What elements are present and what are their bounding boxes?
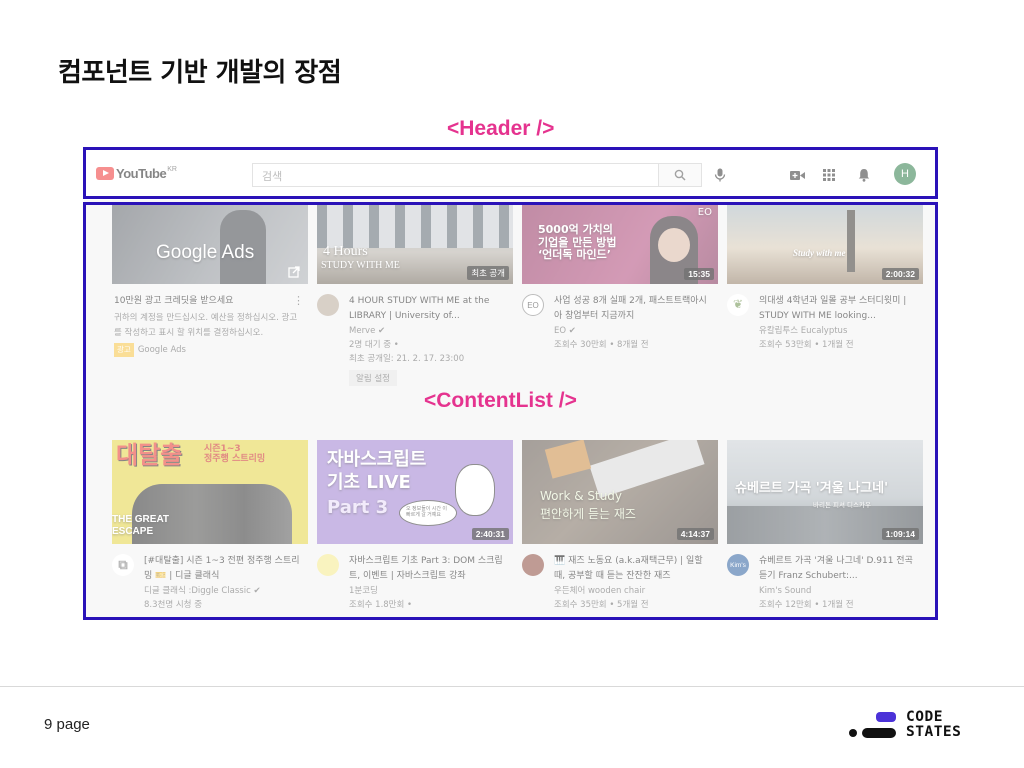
header-highlight-box <box>83 147 938 199</box>
brand-word-code: CODE <box>906 709 943 725</box>
slide-title: 컴포넌트 기반 개발의 장점 <box>58 58 342 88</box>
brand-word-states: STATES <box>906 724 962 740</box>
header-annotation-label: <Header /> <box>447 117 555 140</box>
codestates-logo-icon <box>849 712 896 738</box>
codestates-logo: CODE STATES <box>848 710 970 744</box>
page-number: 9 page <box>44 716 90 733</box>
content-list-annotation-label: <ContentList /> <box>424 389 577 412</box>
footer-divider <box>0 686 1024 687</box>
